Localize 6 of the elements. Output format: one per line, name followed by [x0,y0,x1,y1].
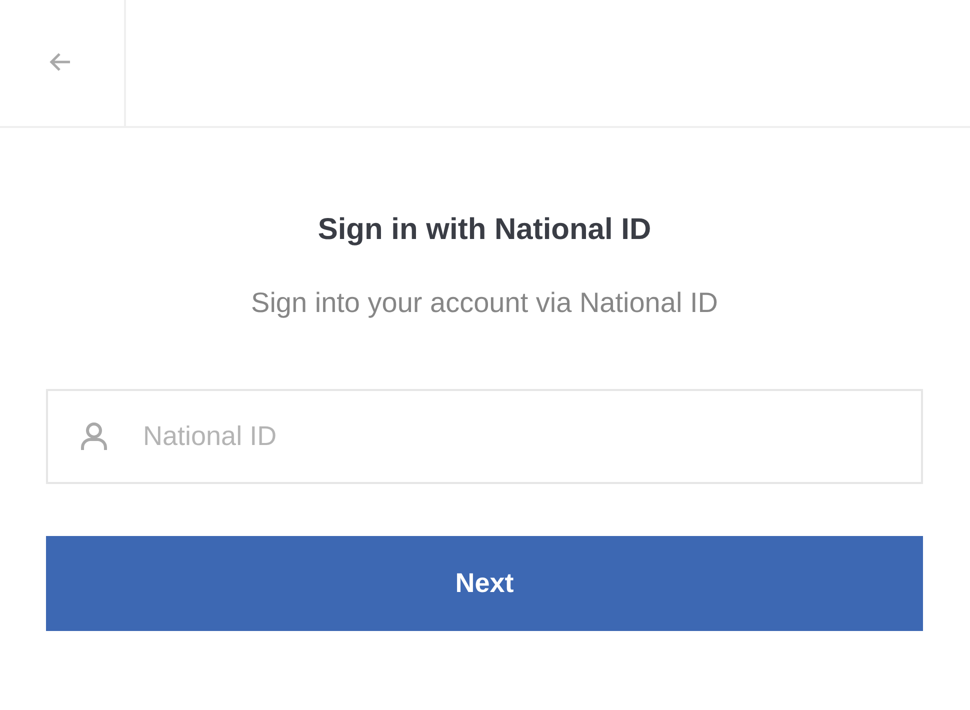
page-title: Sign in with National ID [318,212,652,248]
national-id-field[interactable]: National ID [46,389,923,484]
next-button[interactable]: Next [46,536,923,631]
back-arrow-icon [49,52,71,72]
page-subtitle: Sign into your account via National ID [251,286,718,320]
user-icon [80,422,108,450]
